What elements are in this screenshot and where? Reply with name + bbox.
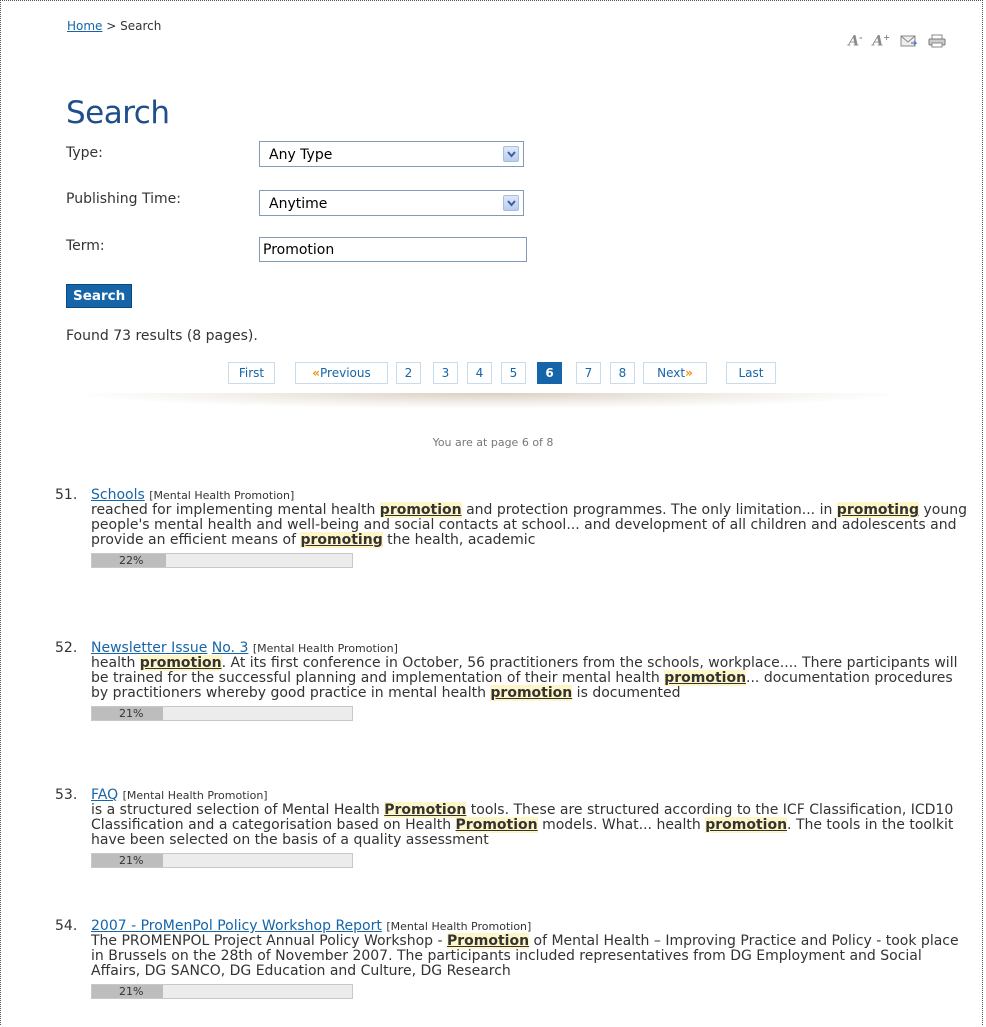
result-number: 51.: [55, 487, 78, 503]
chevron-down-icon[interactable]: [503, 146, 519, 162]
publishing-time-select[interactable]: Anytime: [259, 190, 524, 216]
result-category: [Mental Health Promotion]: [122, 789, 268, 802]
relevance-bar: 22%: [91, 553, 353, 568]
time-select-value: Anytime: [269, 196, 328, 212]
search-term-highlight: promotion: [490, 685, 573, 701]
result-title-line: 2007 - ProMenPol Policy Workshop Report …: [91, 919, 971, 934]
breadcrumb: Home > Search: [67, 19, 161, 33]
search-term-highlight: Promotion: [455, 817, 538, 833]
result-snippet: health promotion. At its first conferenc…: [91, 655, 958, 701]
type-select-value: Any Type: [269, 147, 333, 163]
result-title-link[interactable]: Schools: [91, 487, 145, 503]
page-tools: A- A+: [848, 32, 946, 50]
pager-page[interactable]: 2: [396, 362, 421, 384]
pager-last[interactable]: Last: [726, 362, 776, 384]
result-snippet: The PROMENPOL Project Annual Policy Work…: [91, 933, 959, 979]
printer-icon[interactable]: [928, 34, 946, 48]
term-input[interactable]: [259, 237, 527, 262]
search-term-highlight: Promotion: [384, 802, 467, 818]
relevance-bar: 21%: [91, 984, 353, 999]
search-term-highlight: Promotion: [447, 933, 530, 949]
result-category: [Mental Health Promotion]: [252, 642, 398, 655]
result-title-link[interactable]: Newsletter Issue: [91, 640, 207, 656]
type-label: Type:: [66, 145, 103, 161]
result-category: [Mental Health Promotion]: [149, 489, 295, 502]
pager-page[interactable]: 8: [610, 362, 635, 384]
envelope-icon[interactable]: [900, 34, 918, 48]
result-title-link[interactable]: FAQ: [91, 787, 118, 803]
relevance-bar: 21%: [91, 706, 353, 721]
relevance-label: 21%: [119, 985, 144, 998]
page-title: Search: [66, 95, 170, 131]
divider-shadow: [66, 393, 912, 409]
search-term-highlight: promotion: [705, 817, 788, 833]
pager-page[interactable]: 4: [467, 362, 492, 384]
result-title-line: Schools [Mental Health Promotion]: [91, 488, 971, 503]
result-snippet: reached for implementing mental health p…: [91, 502, 967, 548]
relevance-label: 22%: [119, 554, 144, 567]
relevance-label: 21%: [119, 707, 144, 720]
result-snippet: is a structured selection of Mental Heal…: [91, 802, 954, 848]
pager-first[interactable]: First: [228, 362, 275, 384]
search-term-highlight: promotion: [139, 655, 222, 671]
search-term-highlight: promotion: [664, 670, 747, 686]
result-number: 52.: [55, 640, 78, 656]
result-number: 53.: [55, 787, 78, 803]
page-indicator: You are at page 6 of 8: [432, 436, 554, 449]
pager-page-current[interactable]: 6: [537, 362, 562, 384]
chevron-down-icon[interactable]: [503, 195, 519, 211]
search-term-highlight: promoting: [836, 502, 920, 518]
search-term-highlight: promotion: [379, 502, 462, 518]
result-title-line: Newsletter Issue No. 3 [Mental Health Pr…: [91, 641, 971, 656]
relevance-label: 21%: [119, 854, 144, 867]
double-right-arrow-icon: »: [685, 366, 693, 380]
relevance-bar: 21%: [91, 853, 353, 868]
pager-page[interactable]: 5: [501, 362, 526, 384]
result-category: [Mental Health Promotion]: [386, 920, 532, 933]
time-label: Publishing Time:: [66, 191, 181, 207]
font-increase-icon[interactable]: A+: [872, 32, 890, 50]
pager-page[interactable]: 3: [433, 362, 458, 384]
result-title-link[interactable]: 2007 - ProMenPol Policy Workshop Report: [91, 918, 382, 934]
term-label: Term:: [66, 238, 105, 254]
results-count: Found 73 results (8 pages).: [66, 328, 258, 344]
type-select[interactable]: Any Type: [259, 141, 524, 167]
pager-next[interactable]: Next»: [643, 362, 707, 384]
search-button[interactable]: Search: [66, 284, 133, 308]
result-number: 54.: [55, 918, 78, 934]
double-left-arrow-icon: «: [312, 366, 321, 380]
font-decrease-icon[interactable]: A-: [848, 32, 862, 50]
search-term-highlight: promoting: [300, 532, 383, 548]
result-title-link-secondary[interactable]: No. 3: [212, 640, 249, 656]
pager-page[interactable]: 7: [576, 362, 601, 384]
breadcrumb-home-link[interactable]: Home: [67, 19, 102, 33]
breadcrumb-current: Search: [120, 19, 162, 33]
result-title-line: FAQ [Mental Health Promotion]: [91, 788, 971, 803]
pager-previous[interactable]: «Previous: [295, 362, 388, 384]
breadcrumb-separator: >: [102, 19, 121, 33]
